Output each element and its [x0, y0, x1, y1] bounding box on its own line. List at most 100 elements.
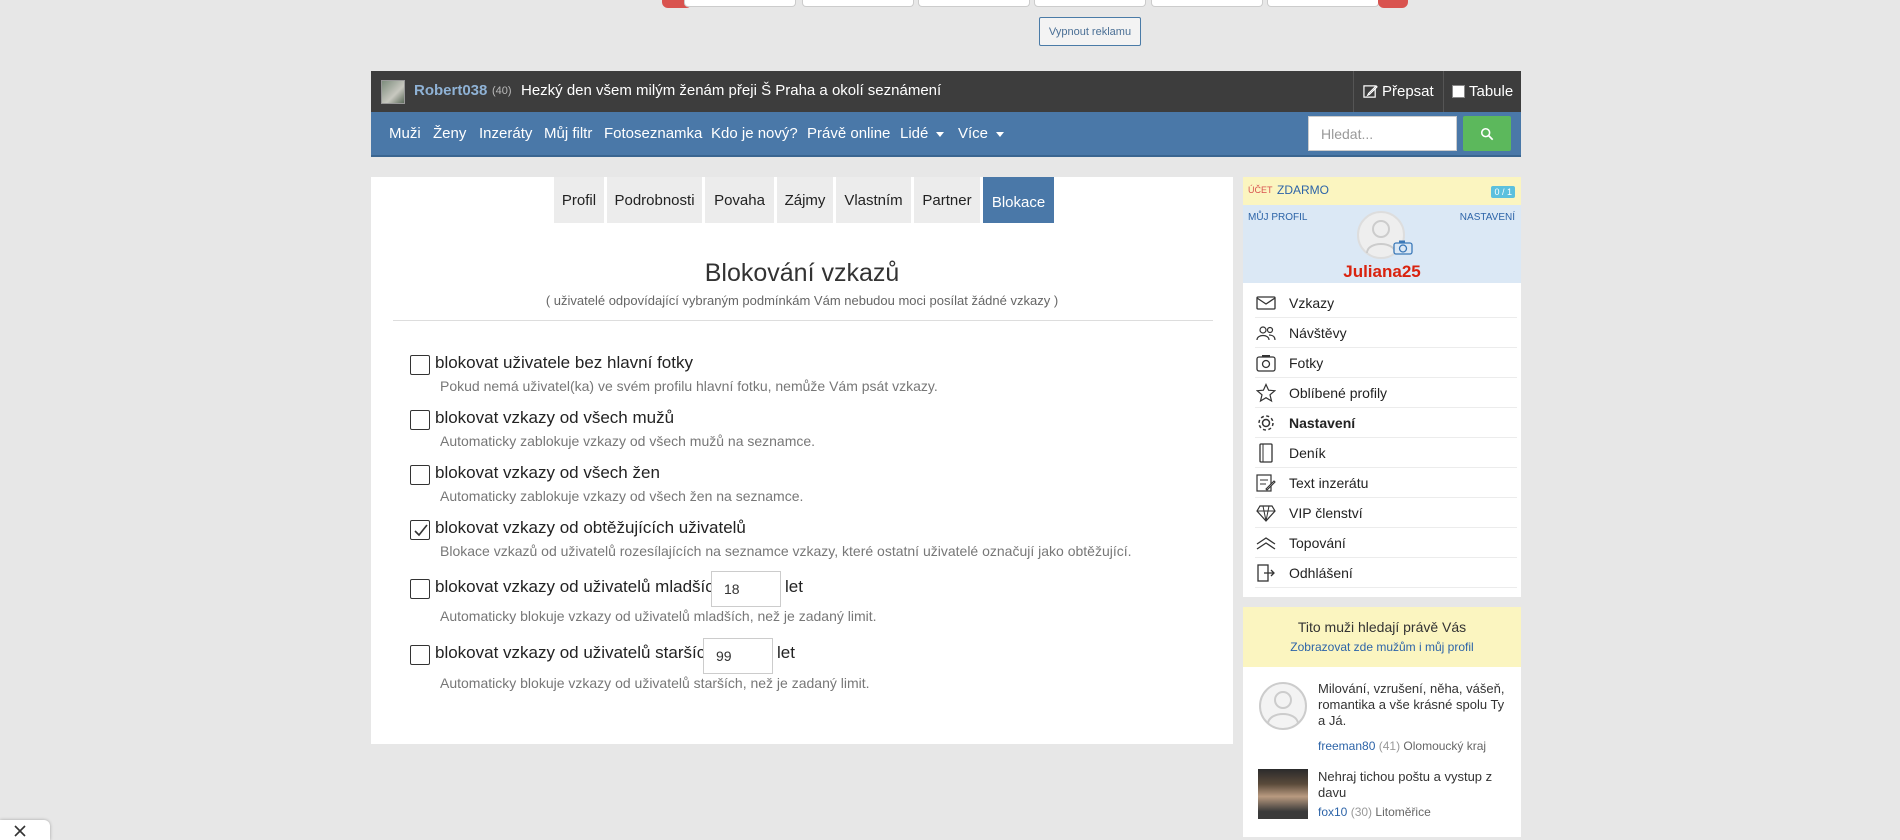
sidebar-item-label: VIP členství	[1289, 504, 1363, 521]
min-age-unit: let	[785, 577, 803, 596]
tab-partner[interactable]: Partner	[914, 177, 980, 223]
sidebar-item-nastaveni[interactable]: Nastavení	[1255, 408, 1517, 438]
search-input[interactable]	[1308, 116, 1457, 151]
page-title: Blokování vzkazů	[704, 259, 900, 287]
my-profile-link[interactable]: MŮJ PROFIL	[1248, 212, 1307, 223]
option-description: Automaticky blokuje vzkazy od uživatelů …	[440, 608, 877, 624]
username-link[interactable]: Robert038	[414, 82, 487, 99]
user-header: Robert038 (40) Hezký den všem milým žená…	[371, 71, 1521, 112]
sidebar-item-oblibene[interactable]: Oblíbené profily	[1255, 378, 1517, 408]
ad-tab	[1034, 0, 1146, 7]
all-men-checkbox[interactable]	[410, 410, 430, 430]
tab-zajmy[interactable]: Zájmy	[777, 177, 833, 223]
profile-name[interactable]: Juliana25	[1243, 262, 1521, 282]
sidebar-item-label: Oblíbené profily	[1289, 384, 1388, 401]
option-label: blokovat vzkazy od všech mužů	[435, 408, 675, 427]
show-my-profile-link[interactable]: Zobrazovat zde mužům i můj profil	[1243, 640, 1521, 654]
block-settings-panel: Profil Podrobnosti Povaha Zájmy Vlastním…	[371, 177, 1233, 744]
min-age-input[interactable]	[711, 571, 781, 607]
nav-item-muzi[interactable]: Muži	[389, 125, 421, 142]
men-looking-box: Tito muži hledají právě Vás Zobrazovat z…	[1243, 607, 1521, 837]
nav-item-fotoseznamka[interactable]: Fotoseznamka	[604, 125, 702, 142]
user-age: (40)	[492, 85, 512, 97]
nav-item-vice[interactable]: Více	[958, 125, 1005, 142]
camera-icon[interactable]	[1393, 239, 1413, 255]
sidebar-item-fotky[interactable]: Fotky	[1255, 348, 1517, 378]
account-label: ÚČET	[1248, 185, 1273, 195]
max-age-unit: let	[777, 643, 795, 662]
entry-user-info: fox10 (30) Litoměřice	[1318, 805, 1431, 819]
account-type-link[interactable]: ZDARMO	[1277, 183, 1329, 197]
sidebar-item-label: Text inzerátu	[1289, 474, 1369, 491]
board-checkbox[interactable]	[1452, 85, 1465, 98]
nav-lide-label: Lidé	[900, 125, 929, 142]
user-avatar[interactable]	[381, 80, 405, 104]
option-label: blokovat vzkazy od všech žen	[435, 463, 660, 482]
entry-place: Olomoucký kraj	[1403, 739, 1487, 753]
sidebar-item-navstevy[interactable]: Návštěvy	[1255, 318, 1517, 348]
envelope-icon	[1255, 292, 1277, 314]
sidebar-item-vzkazy[interactable]: Vzkazy	[1255, 288, 1517, 318]
option-label: blokovat vzkazy od uživatelů starších	[435, 643, 715, 662]
rewrite-status-button[interactable]: Přepsat	[1363, 83, 1434, 100]
search-button[interactable]	[1463, 116, 1511, 151]
tab-profil[interactable]: Profil	[554, 177, 604, 223]
sidebar-item-label: Vzkazy	[1289, 294, 1335, 311]
sidebar-item-label: Topování	[1289, 534, 1346, 551]
ad-tab	[918, 0, 1030, 7]
disable-ads-button[interactable]: Vypnout reklamu	[1039, 17, 1141, 46]
sidebar-item-text-inzeratu[interactable]: Text inzerátu	[1255, 468, 1517, 498]
tab-vlastnim[interactable]: Vlastním	[836, 177, 911, 223]
tab-podrobnosti[interactable]: Podrobnosti	[607, 177, 702, 223]
entry-message: Milování, vzrušení, něha, vášeň, romanti…	[1318, 681, 1505, 728]
nav-item-muj-filtr[interactable]: Můj filtr	[544, 125, 592, 142]
entry-place: Litoměřice	[1375, 805, 1431, 819]
page-subtitle: ( uživatelé odpovídající vybraným podmín…	[545, 293, 1059, 308]
men-looking-title: Tito muži hledají právě Vás	[1297, 619, 1467, 635]
all-women-checkbox[interactable]	[410, 465, 430, 485]
tab-blokace[interactable]: Blokace	[983, 177, 1054, 223]
nav-vice-label: Více	[958, 125, 989, 142]
option-description: Automaticky blokuje vzkazy od uživatelů …	[440, 675, 870, 691]
divider	[1443, 71, 1444, 112]
sidebar-item-topovani[interactable]: Topování	[1255, 528, 1517, 558]
account-type-bar: ÚČET ZDARMO 0 / 1	[1243, 177, 1521, 205]
visitors-icon	[1255, 322, 1277, 344]
men-looking-header: Tito muži hledají právě Vás Zobrazovat z…	[1243, 607, 1521, 667]
option-description: Automaticky zablokuje vzkazy od všech že…	[440, 488, 804, 504]
tab-povaha[interactable]: Povaha	[705, 177, 774, 223]
logout-icon	[1255, 562, 1277, 584]
sidebar-item-vip[interactable]: VIP členství	[1255, 498, 1517, 528]
status-message: Hezký den všem milým ženám přeji Š Praha…	[521, 82, 942, 99]
sidebar-item-denik[interactable]: Deník	[1255, 438, 1517, 468]
nav-item-inzeraty[interactable]: Inzeráty	[479, 125, 532, 142]
tab-blokace-label: Blokace	[991, 193, 1046, 211]
board-label: Tabule	[1469, 83, 1514, 100]
entry-nick[interactable]: fox10	[1318, 805, 1347, 819]
option-description: Automaticky zablokuje vzkazy od všech mu…	[440, 433, 816, 449]
avatar[interactable]	[1258, 769, 1308, 819]
account-box: ÚČET ZDARMO 0 / 1 MŮJ PROFIL NASTAVENÍ J…	[1243, 177, 1521, 283]
nav-item-lide[interactable]: Lidé	[900, 125, 945, 142]
nav-item-zeny[interactable]: Ženy	[433, 125, 466, 142]
option-label: blokovat vzkazy od obtěžujících uživatel…	[435, 518, 746, 537]
ad-tab	[1267, 0, 1379, 7]
pencil-icon	[1363, 85, 1378, 98]
older-checkbox[interactable]	[410, 645, 430, 665]
avatar[interactable]	[1258, 681, 1308, 731]
rewrite-label: Přepsat	[1382, 83, 1434, 100]
board-toggle[interactable]: Tabule	[1452, 83, 1513, 100]
ad-tab	[802, 0, 914, 7]
nav-item-kdo-je-novy[interactable]: Kdo je nový?	[711, 125, 798, 142]
sidebar-item-odhlaseni[interactable]: Odhlášení	[1255, 558, 1517, 588]
entry-nick[interactable]: freeman80	[1318, 739, 1375, 753]
nav-item-prave-online[interactable]: Právě online	[807, 125, 890, 142]
sidebar-item-label: Nastavení	[1289, 414, 1356, 431]
check-icon	[414, 524, 428, 537]
no-photo-checkbox[interactable]	[410, 355, 430, 375]
max-age-input[interactable]	[703, 638, 773, 674]
close-ad-button[interactable]	[0, 820, 50, 840]
harassing-checkbox[interactable]	[410, 520, 430, 540]
younger-checkbox[interactable]	[410, 579, 430, 599]
settings-link[interactable]: NASTAVENÍ	[1460, 212, 1515, 223]
